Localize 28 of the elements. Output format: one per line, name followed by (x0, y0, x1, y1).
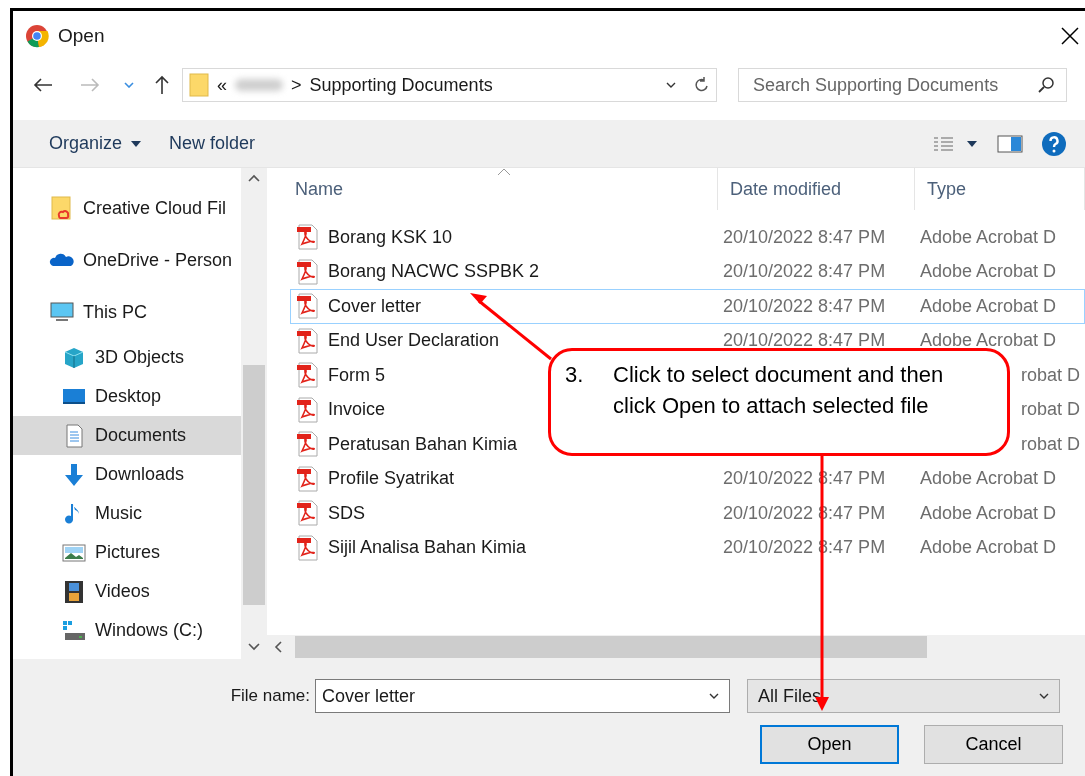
file-type: Adobe Acrobat D (920, 537, 1057, 558)
file-type: robat D (1020, 399, 1080, 420)
file-type: robat D (1020, 364, 1080, 385)
file-name: Form 5 (328, 364, 385, 386)
window-title: Open (58, 24, 105, 47)
file-name: End User Declaration (328, 330, 500, 352)
file-name: Sijil Analisa Bahan Kimia (328, 537, 527, 559)
file-type: Adobe Acrobat D (920, 261, 1057, 282)
file-name: Profile Syatrikat (328, 468, 455, 490)
file-name: SDS (328, 502, 365, 524)
date-modified: 20/10/2022 8:47 PM (723, 226, 886, 247)
file-type: Adobe Acrobat D (920, 468, 1057, 489)
file-name: Borang KSK 10 (328, 226, 453, 248)
file-type: Adobe Acrobat D (920, 330, 1057, 351)
file-name: Invoice (328, 399, 386, 421)
file-name-label: File name: (229, 686, 311, 706)
date-modified: 20/10/2022 8:47 PM (723, 330, 886, 351)
step-number: 3. (565, 361, 585, 389)
file-type: Adobe Acrobat D (920, 502, 1057, 523)
date-modified: 20/10/2022 8:47 PM (723, 261, 886, 282)
file-name: Cover letter (328, 295, 422, 317)
file-name: Borang NACWC SSPBK 2 (328, 261, 540, 283)
callout-text: Click to select document and then click Open to attach selected file (613, 361, 945, 420)
file-type: Adobe Acrobat D (920, 226, 1057, 247)
file-name: Peratusan Bahan Kimia (328, 433, 518, 455)
date-modified: 20/10/2022 8:47 PM (723, 295, 886, 316)
file-type: robat D (1020, 433, 1080, 454)
file-type: Adobe Acrobat D (920, 295, 1057, 316)
